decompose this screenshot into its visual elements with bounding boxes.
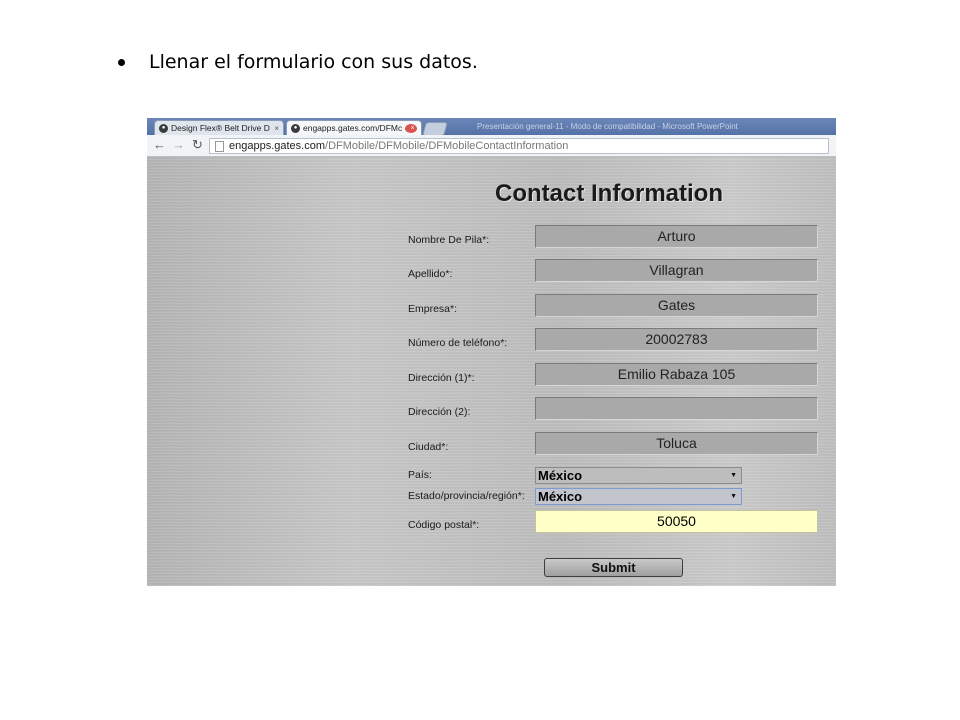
address2-field[interactable]: [535, 397, 818, 420]
city-label: Ciudad*:: [408, 441, 449, 453]
state-label: Estado/provincia/región*:: [408, 490, 525, 502]
company-label: Empresa*:: [408, 303, 458, 315]
country-select[interactable]: México ▼: [535, 467, 742, 484]
reload-icon[interactable]: ↻: [192, 137, 203, 153]
background-window-title: Presentación general-11 - Modo de compat…: [477, 122, 738, 131]
phone-field[interactable]: 20002783: [535, 328, 818, 351]
page-icon: [215, 140, 224, 152]
tab-engapps[interactable]: ● engapps.gates.com/DFMc ×: [286, 120, 422, 135]
browser-toolbar: ← → ↻ engapps.gates.com/DFMobile/DFMobil…: [147, 135, 836, 157]
gates-logo-icon: ●: [159, 123, 168, 133]
city-field[interactable]: Toluca: [535, 432, 818, 455]
back-arrow-icon[interactable]: ←: [153, 137, 166, 152]
tab-title: engapps.gates.com/DFMc: [303, 123, 403, 133]
tab-close-icon[interactable]: ×: [405, 123, 417, 133]
slide-bullet: Llenar el formulario con sus datos.: [118, 50, 478, 74]
page-content: Contact Information Nombre De Pila*: Art…: [147, 157, 836, 586]
state-select[interactable]: México ▼: [535, 488, 742, 505]
page-title: Contact Information: [495, 180, 723, 207]
bullet-dot-icon: [118, 58, 125, 66]
url-host: engapps.gates.com: [229, 140, 326, 152]
company-field[interactable]: Gates: [535, 294, 818, 317]
last-name-label: Apellido*:: [408, 268, 453, 280]
state-value: México: [538, 489, 583, 504]
gates-logo-icon: ●: [291, 123, 300, 133]
dropdown-arrow-icon: ▼: [730, 472, 737, 479]
last-name-field[interactable]: Villagran: [535, 259, 818, 282]
browser-window: ● Design Flex® Belt Drive D × ● engapps.…: [147, 118, 836, 586]
forward-arrow-icon[interactable]: →: [172, 137, 185, 152]
tab-close-icon[interactable]: ×: [271, 124, 279, 133]
country-value: México: [538, 468, 583, 483]
url-path: /DFMobile/DFMobile/DFMobileContactInform…: [325, 140, 569, 152]
address1-field[interactable]: Emilio Rabaza 105: [535, 363, 818, 386]
tab-design-flex[interactable]: ● Design Flex® Belt Drive D ×: [154, 120, 284, 135]
dropdown-arrow-icon: ▼: [730, 493, 737, 500]
tab-title: Design Flex® Belt Drive D: [171, 123, 270, 133]
postal-code-label: Código postal*:: [408, 519, 480, 531]
first-name-label: Nombre De Pila*:: [408, 234, 490, 246]
phone-label: Número de teléfono*:: [408, 337, 508, 349]
bullet-text: Llenar el formulario con sus datos.: [149, 51, 478, 73]
address-bar[interactable]: engapps.gates.com/DFMobile/DFMobile/DFMo…: [209, 138, 829, 154]
address1-label: Dirección (1)*:: [408, 372, 475, 384]
new-tab-button[interactable]: [422, 122, 448, 136]
first-name-field[interactable]: Arturo: [535, 225, 818, 248]
tab-strip: ● Design Flex® Belt Drive D × ● engapps.…: [147, 118, 836, 136]
address2-label: Dirección (2):: [408, 406, 471, 418]
country-label: País:: [408, 469, 432, 481]
submit-button[interactable]: Submit: [544, 558, 683, 577]
postal-code-field[interactable]: 50050: [535, 510, 818, 533]
